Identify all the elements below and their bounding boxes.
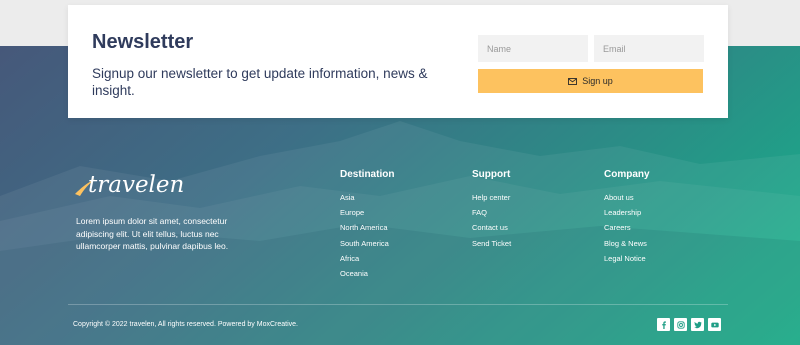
link-oceania[interactable]: Oceania bbox=[340, 269, 394, 284]
newsletter-subtitle: Signup our newsletter to get update info… bbox=[92, 66, 428, 98]
link-south-america[interactable]: South America bbox=[340, 239, 394, 254]
footer-divider bbox=[68, 304, 728, 305]
link-leadership[interactable]: Leadership bbox=[604, 208, 650, 223]
link-asia[interactable]: Asia bbox=[340, 193, 394, 208]
instagram-glyph bbox=[676, 320, 685, 329]
link-europe[interactable]: Europe bbox=[340, 208, 394, 223]
newsletter-title: Newsletter bbox=[92, 31, 194, 53]
newsletter-card: Newsletter Signup our newsletter to get … bbox=[68, 5, 728, 118]
link-help-center[interactable]: Help center bbox=[472, 193, 511, 208]
company-heading: Company bbox=[604, 169, 650, 180]
support-column: Support Help center FAQ Contact us Send … bbox=[472, 169, 511, 254]
copyright-text: Copyright © 2022 travelen, All rights re… bbox=[73, 321, 298, 328]
link-send-ticket[interactable]: Send Ticket bbox=[472, 239, 511, 254]
company-column: Company About us Leadership Careers Blog… bbox=[604, 169, 650, 269]
youtube-icon[interactable] bbox=[708, 318, 721, 331]
brand-description: Lorem ipsum dolor sit amet, consectetur … bbox=[76, 216, 229, 251]
destination-column: Destination Asia Europe North America So… bbox=[340, 169, 394, 284]
instagram-icon[interactable] bbox=[674, 318, 687, 331]
youtube-glyph bbox=[710, 322, 719, 327]
sign-up-label: Sign up bbox=[582, 76, 613, 86]
link-faq[interactable]: FAQ bbox=[472, 208, 511, 223]
link-africa[interactable]: Africa bbox=[340, 254, 394, 269]
twitter-glyph bbox=[693, 321, 702, 328]
link-careers[interactable]: Careers bbox=[604, 223, 650, 238]
email-input[interactable] bbox=[594, 35, 704, 62]
link-about-us[interactable]: About us bbox=[604, 193, 650, 208]
support-heading: Support bbox=[472, 169, 511, 180]
twitter-icon[interactable] bbox=[691, 318, 704, 331]
logo-text: travelen bbox=[88, 172, 185, 198]
facebook-glyph bbox=[661, 320, 666, 329]
sign-up-button[interactable]: Sign up bbox=[478, 69, 703, 93]
link-north-america[interactable]: North America bbox=[340, 223, 394, 238]
social-links bbox=[657, 318, 721, 331]
destination-heading: Destination bbox=[340, 169, 395, 180]
link-contact-us[interactable]: Contact us bbox=[472, 223, 511, 238]
envelope-icon bbox=[568, 77, 578, 85]
link-legal-notice[interactable]: Legal Notice bbox=[604, 254, 650, 269]
link-blog-news[interactable]: Blog & News bbox=[604, 239, 650, 254]
name-input[interactable] bbox=[478, 35, 588, 62]
facebook-icon[interactable] bbox=[657, 318, 670, 331]
